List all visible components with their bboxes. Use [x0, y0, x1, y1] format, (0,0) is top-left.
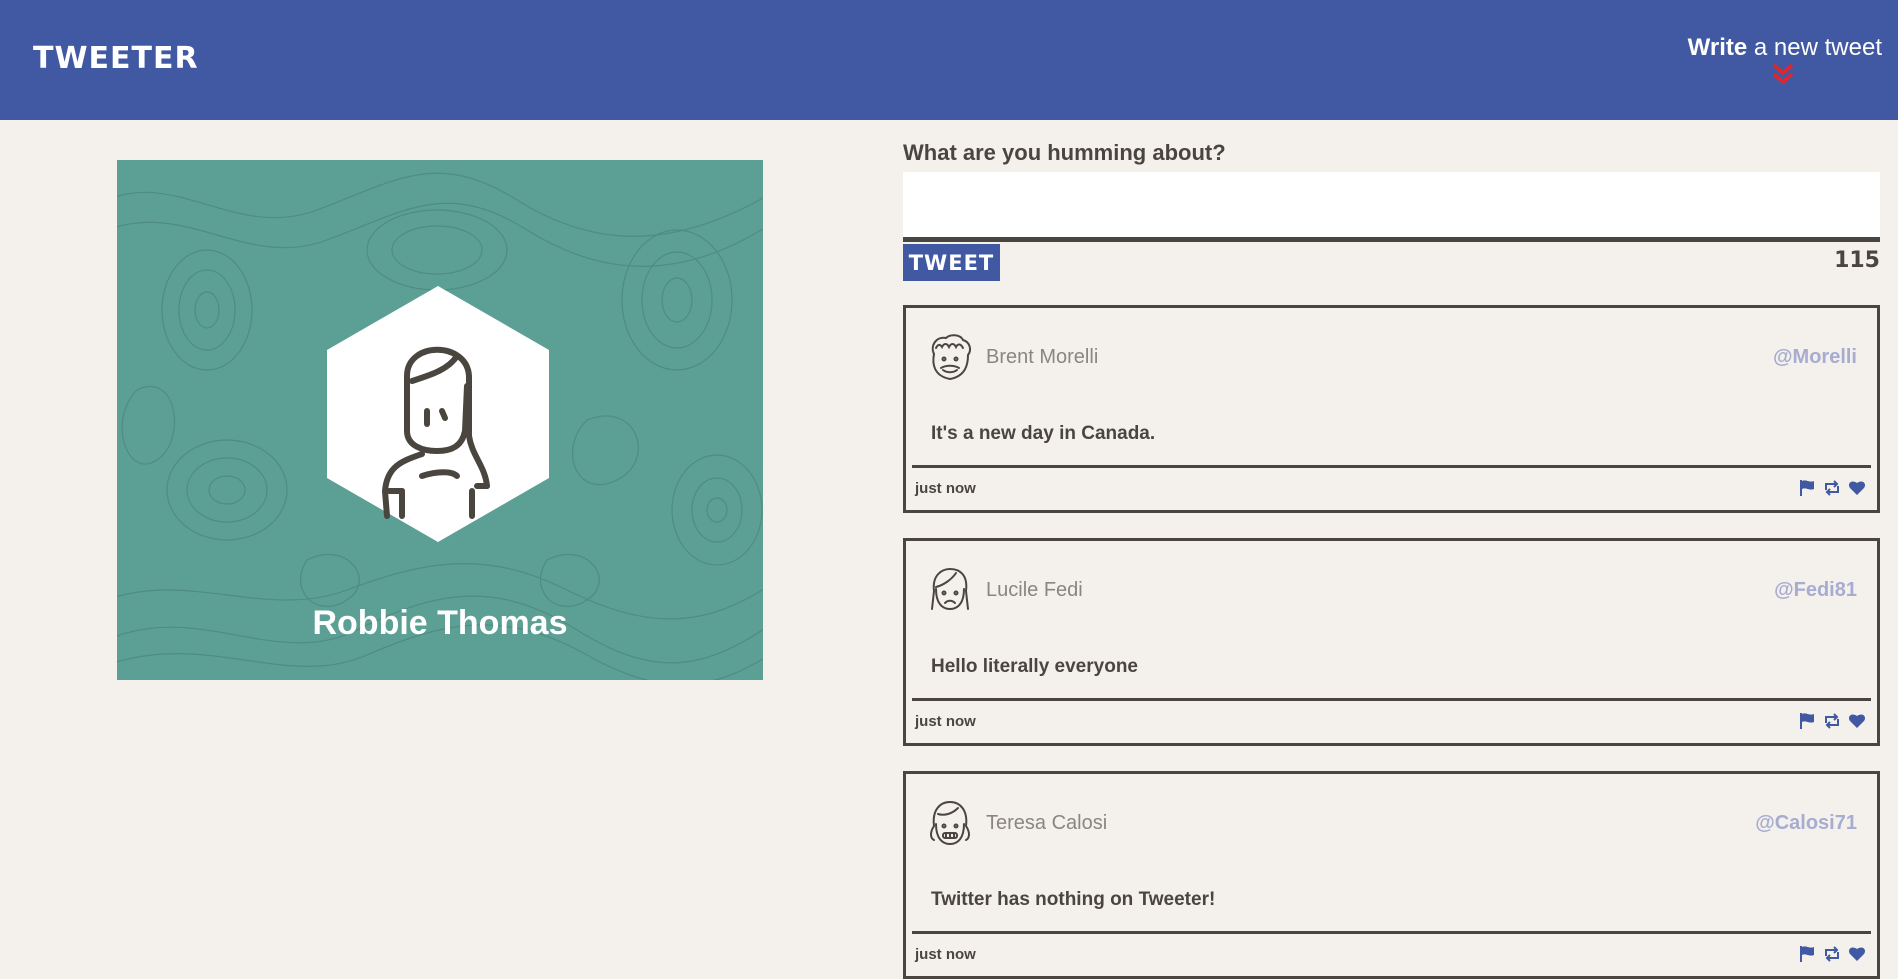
tweet-card: Brent Morelli @Morelli It's a new day in… — [903, 305, 1880, 513]
tweet-author-name: Teresa Calosi — [986, 812, 1108, 834]
flag-icon[interactable] — [1798, 712, 1816, 730]
woman-sad-avatar-icon — [931, 567, 969, 611]
top-nav-bar: TWEETER Write a new tweet — [0, 0, 1898, 120]
tweet-composer: What are you humming about? TWEET 115 — [903, 140, 1880, 281]
tweet-timestamp: just now — [915, 480, 976, 497]
tweet-footer: just now — [912, 698, 1871, 743]
double-chevron-down-icon — [1772, 64, 1793, 85]
write-label-bold: Write — [1687, 34, 1748, 61]
heart-icon[interactable] — [1848, 712, 1866, 730]
girl-braces-avatar-icon — [930, 800, 970, 846]
retweet-icon[interactable] — [1823, 712, 1841, 730]
tweet-actions — [1798, 712, 1866, 732]
tweet-author-handle[interactable]: @Calosi71 — [1755, 812, 1857, 835]
tweet-card: Teresa Calosi @Calosi71 Twitter has noth… — [903, 771, 1880, 979]
tweet-actions — [1798, 945, 1866, 965]
profile-card: Robbie Thomas — [117, 160, 763, 680]
man-curly-hair-avatar-icon — [931, 334, 972, 381]
tweet-text-input[interactable] — [903, 172, 1880, 242]
heart-icon[interactable] — [1848, 945, 1866, 963]
profile-avatar — [327, 286, 549, 542]
tweet-timestamp: just now — [915, 946, 976, 963]
tweet-text: Hello literally everyone — [931, 656, 1138, 677]
tweet-author-name: Brent Morelli — [986, 346, 1099, 368]
tweet-author-handle[interactable]: @Fedi81 — [1774, 579, 1857, 602]
flag-icon[interactable] — [1798, 479, 1816, 497]
composer-label: What are you humming about? — [903, 140, 1226, 165]
tweet-submit-button[interactable]: TWEET — [903, 244, 1000, 281]
heart-icon[interactable] — [1848, 479, 1866, 497]
tweet-footer: just now — [912, 931, 1871, 976]
tweet-footer: just now — [912, 465, 1871, 510]
write-label-rest: a new tweet — [1747, 34, 1882, 61]
tweet-card: Lucile Fedi @Fedi81 Hello literally ever… — [903, 538, 1880, 746]
tweet-author-handle[interactable]: @Morelli — [1773, 346, 1857, 369]
character-counter: 115 — [1834, 248, 1880, 273]
retweet-icon[interactable] — [1823, 945, 1841, 963]
tweet-author-name: Lucile Fedi — [986, 579, 1083, 601]
tweet-actions — [1798, 479, 1866, 499]
retweet-icon[interactable] — [1823, 479, 1841, 497]
tweet-text: It's a new day in Canada. — [931, 423, 1156, 444]
app-logo[interactable]: TWEETER — [33, 41, 199, 76]
tweet-timestamp: just now — [915, 713, 976, 730]
tweet-text: Twitter has nothing on Tweeter! — [931, 889, 1216, 910]
profile-name: Robbie Thomas — [312, 604, 568, 642]
write-new-tweet-toggle[interactable]: Write a new tweet — [1687, 34, 1882, 85]
flag-icon[interactable] — [1798, 945, 1816, 963]
